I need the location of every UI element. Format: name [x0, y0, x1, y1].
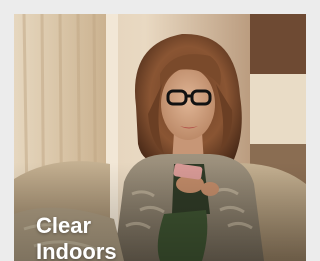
- tile-caption: Clear Indoors: [36, 213, 117, 261]
- clear-indoors-tile[interactable]: Clear Indoors: [14, 14, 306, 261]
- caption-line-1: Clear: [36, 213, 92, 238]
- page-background: Clear Indoors: [0, 0, 306, 261]
- caption-line-2: Indoors: [36, 239, 117, 261]
